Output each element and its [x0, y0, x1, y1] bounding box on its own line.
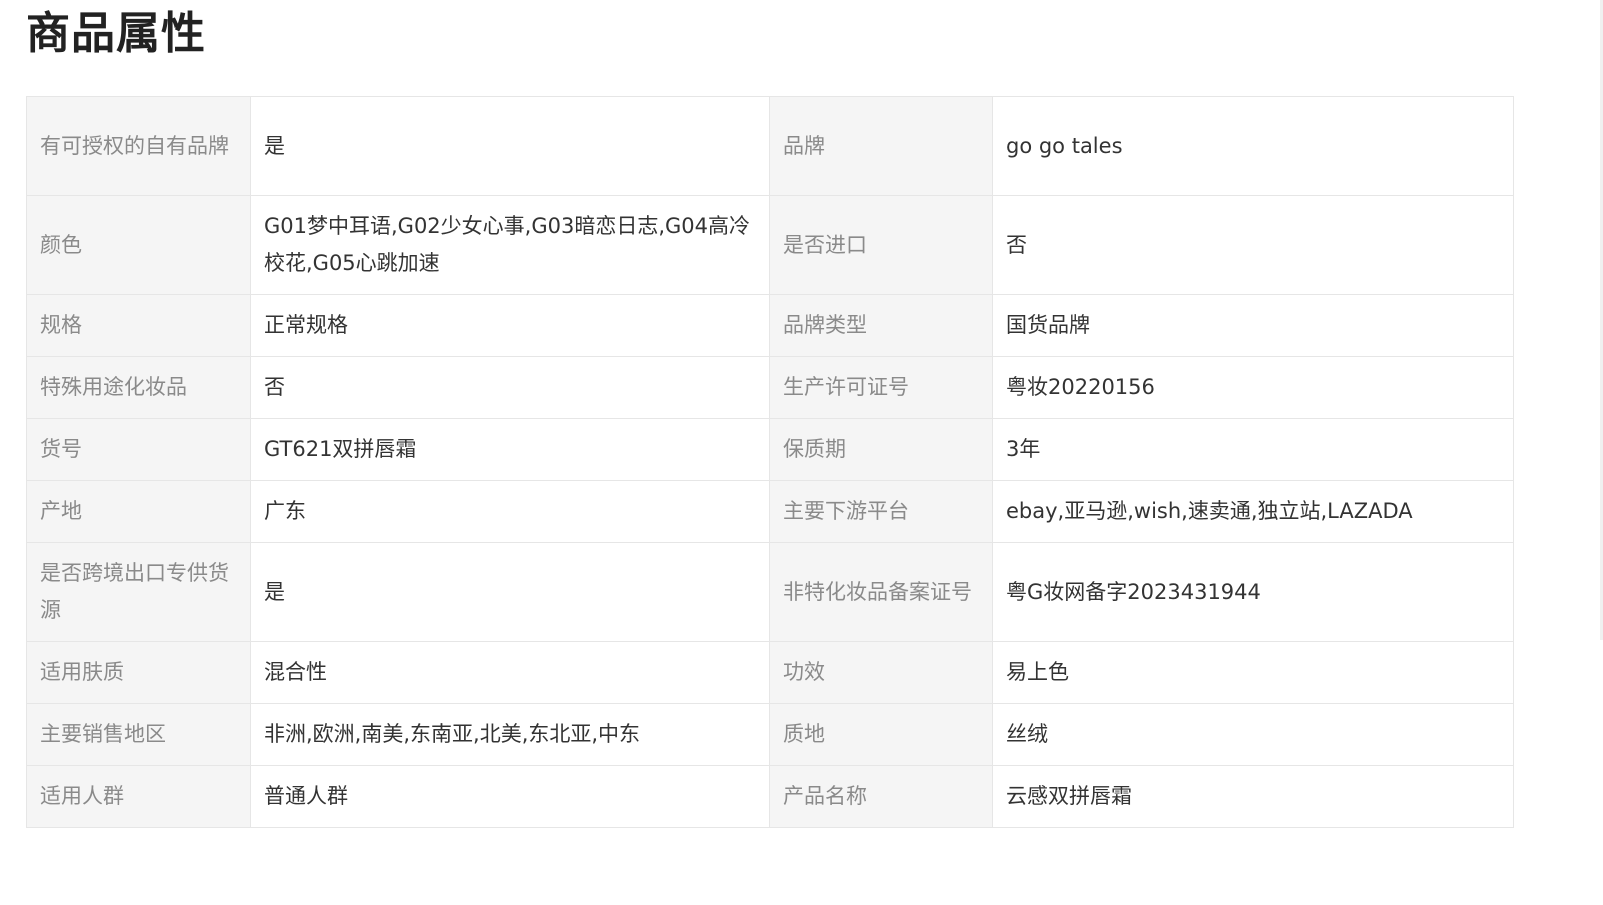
- attribute-value: G01梦中耳语,G02少女心事,G03暗恋日志,G04高冷校花,G05心跳加速: [250, 195, 770, 295]
- attribute-label: 主要下游平台: [769, 480, 993, 543]
- attribute-value: 广东: [250, 480, 770, 543]
- attribute-value: 普通人群: [250, 765, 770, 828]
- attribute-label: 品牌类型: [769, 294, 993, 357]
- attribute-row: 产地 广东 主要下游平台 ebay,亚马逊,wish,速卖通,独立站,LAZAD…: [26, 480, 1514, 543]
- attribute-row: 适用人群 普通人群 产品名称 云感双拼唇霜: [26, 765, 1514, 828]
- attribute-value: ebay,亚马逊,wish,速卖通,独立站,LAZADA: [992, 480, 1514, 543]
- attribute-label: 适用人群: [26, 765, 251, 828]
- attribute-label: 是否进口: [769, 195, 993, 295]
- attribute-label: 生产许可证号: [769, 356, 993, 419]
- attribute-value: 云感双拼唇霜: [992, 765, 1514, 828]
- attribute-label: 质地: [769, 703, 993, 766]
- attribute-label: 货号: [26, 418, 251, 481]
- attribute-label: 产地: [26, 480, 251, 543]
- attribute-label: 非特化妆品备案证号: [769, 542, 993, 642]
- attribute-label: 是否跨境出口专供货源: [26, 542, 251, 642]
- attribute-label: 适用肤质: [26, 641, 251, 704]
- attribute-value: 是: [250, 96, 770, 196]
- attribute-label: 主要销售地区: [26, 703, 251, 766]
- attribute-value: 丝绒: [992, 703, 1514, 766]
- attribute-value: 国货品牌: [992, 294, 1514, 357]
- attribute-row: 主要销售地区 非洲,欧洲,南美,东南亚,北美,东北亚,中东 质地 丝绒: [26, 703, 1514, 766]
- attribute-value: 混合性: [250, 641, 770, 704]
- attribute-value: 易上色: [992, 641, 1514, 704]
- attribute-row: 特殊用途化妆品 否 生产许可证号 粤妆20220156: [26, 356, 1514, 419]
- attribute-label: 规格: [26, 294, 251, 357]
- attribute-label: 特殊用途化妆品: [26, 356, 251, 419]
- attribute-row: 适用肤质 混合性 功效 易上色: [26, 641, 1514, 704]
- attribute-row: 颜色 G01梦中耳语,G02少女心事,G03暗恋日志,G04高冷校花,G05心跳…: [26, 195, 1514, 295]
- attribute-row: 货号 GT621双拼唇霜 保质期 3年: [26, 418, 1514, 481]
- attribute-value: 粤妆20220156: [992, 356, 1514, 419]
- attribute-label: 颜色: [26, 195, 251, 295]
- attribute-label: 有可授权的自有品牌: [26, 96, 251, 196]
- attribute-row: 规格 正常规格 品牌类型 国货品牌: [26, 294, 1514, 357]
- attribute-label: 品牌: [769, 96, 993, 196]
- attribute-row: 是否跨境出口专供货源 是 非特化妆品备案证号 粤G妆网备字2023431944: [26, 542, 1514, 642]
- attribute-value: 正常规格: [250, 294, 770, 357]
- product-attributes-table: 有可授权的自有品牌 是 品牌 go go tales 颜色 G01梦中耳语,G0…: [26, 96, 1514, 828]
- attribute-value: 否: [992, 195, 1514, 295]
- attribute-value: 粤G妆网备字2023431944: [992, 542, 1514, 642]
- attribute-value: 3年: [992, 418, 1514, 481]
- attribute-label: 功效: [769, 641, 993, 704]
- attribute-label: 保质期: [769, 418, 993, 481]
- attribute-label: 产品名称: [769, 765, 993, 828]
- section-title: 商品属性: [26, 8, 206, 59]
- attribute-value: 是: [250, 542, 770, 642]
- attribute-value: GT621双拼唇霜: [250, 418, 770, 481]
- attribute-row: 有可授权的自有品牌 是 品牌 go go tales: [26, 96, 1514, 196]
- attribute-value: 非洲,欧洲,南美,东南亚,北美,东北亚,中东: [250, 703, 770, 766]
- attribute-value: 否: [250, 356, 770, 419]
- attribute-value: go go tales: [992, 96, 1514, 196]
